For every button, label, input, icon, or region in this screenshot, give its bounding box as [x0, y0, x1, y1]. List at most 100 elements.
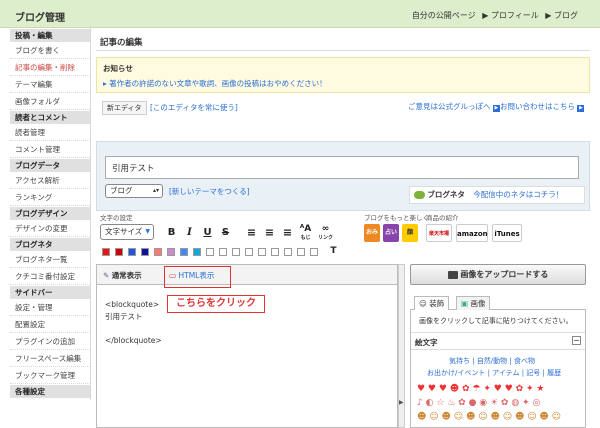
notice-link[interactable]: ▸ 著作者の許諾のない文章や歌詞、画像の投稿はおやめください！ — [103, 78, 327, 89]
emoji-title: 絵文字 — [415, 338, 438, 347]
notice-box: お知らせ ▸ 著作者の許諾のない文章や歌詞、画像の投稿はおやめください！ — [96, 57, 590, 93]
color-swatch[interactable] — [310, 248, 318, 256]
divider — [411, 349, 585, 350]
sidebar-item-settings[interactable]: 設定・管理 — [10, 299, 90, 316]
color-swatch[interactable] — [193, 248, 201, 256]
public-page-link[interactable]: 自分の公開ページ — [412, 11, 476, 20]
profile-link[interactable]: ▶ プロフィール — [482, 11, 539, 20]
sidebar-item-bookmark[interactable]: ブックマーク管理 — [10, 367, 90, 384]
color-swatch[interactable] — [115, 248, 123, 256]
title-input[interactable] — [105, 156, 579, 179]
sidebar-item-image-folder[interactable]: 画像フォルダ — [10, 93, 90, 110]
collapse-icon[interactable]: − — [572, 336, 581, 345]
color-swatch[interactable] — [245, 248, 253, 256]
tab-decoration[interactable]: ☺ 装飾 — [414, 296, 450, 311]
dropdown-icon: ▼ — [145, 228, 150, 235]
color-swatch[interactable] — [141, 248, 149, 256]
color-swatch[interactable] — [271, 248, 279, 256]
background-color-icon[interactable]: T — [326, 244, 341, 259]
sidebar-item-readers[interactable]: 読者管理 — [10, 124, 90, 141]
tab-image-label: 画像 — [470, 299, 486, 308]
image-hint: 画像をクリックして記事に貼りつけてください。 — [419, 317, 573, 325]
sidebar-item-design[interactable]: デザインの変更 — [10, 220, 90, 237]
upload-image-button[interactable]: 画像をアップロードする — [410, 264, 586, 285]
color-swatch[interactable] — [206, 248, 214, 256]
sidebar-section: 読者とコメント — [10, 110, 90, 124]
color-swatch[interactable] — [297, 248, 305, 256]
color-swatch[interactable] — [180, 248, 188, 256]
color-swatch[interactable] — [284, 248, 292, 256]
sidebar-item-neta-list[interactable]: ブログネタ一覧 — [10, 251, 90, 268]
emoji-categories-row1[interactable]: 気持ち | 自然/動物 | 食べ物 — [449, 356, 535, 366]
bold-button[interactable]: B — [164, 225, 179, 240]
neta-link[interactable]: 今配信中のネタはコチラ！ — [473, 190, 563, 199]
new-theme-link[interactable]: [新しいテーマをつくる] — [169, 186, 250, 197]
sidebar-item-theme[interactable]: テーマ編集 — [10, 76, 90, 93]
uranai-icon[interactable]: 占い — [383, 224, 399, 242]
link-button[interactable]: ∞ リンク — [318, 225, 334, 242]
smile-icon: ☺ — [419, 299, 427, 308]
theme-select-value: ブログ — [110, 186, 133, 195]
sidebar: 投稿・編集 ブログを書く 記事の編集・削除 テーマ編集 画像フォルダ 読者とコメ… — [10, 28, 91, 400]
sidebar-section: ブログデータ — [10, 158, 90, 172]
editor-panel: ✎ 通常表示 ▭ HTML表示 こちらをクリック <blockquote> 引用… — [96, 264, 398, 428]
page-title: 記事の編集 — [100, 38, 143, 48]
more-fun-label: ブログをもっと楽しく — [364, 214, 429, 222]
underline-button[interactable]: U — [200, 225, 215, 240]
click-here-callout: こちらをクリック — [167, 295, 265, 313]
itunes-icon[interactable]: iTunes — [492, 224, 522, 242]
sidebar-item-edit-delete[interactable]: 記事の編集・削除 — [10, 59, 90, 76]
color-swatch[interactable] — [258, 248, 266, 256]
sidebar-item-ranking[interactable]: ランキング — [10, 189, 90, 206]
omikuji-icon[interactable]: おみ — [364, 224, 380, 242]
sidebar-section: ブログデザイン — [10, 206, 90, 220]
emoji-face-icon[interactable]: ☻ ☺ ☻ ☺ ☻ ☺ ☻ ☺ ☻ ☺ ☻ ☺ — [417, 412, 561, 422]
color-swatch[interactable] — [102, 248, 110, 256]
editor-scrollbar[interactable]: ▶ — [398, 264, 405, 428]
products-label: 商品の紹介 — [426, 214, 459, 222]
title-area: ブログ ▴▾ [新しいテーマをつくる] ブログネタ 今配信中のネタはコチラ！ — [96, 141, 590, 211]
sidebar-item-write[interactable]: ブログを書く — [10, 42, 90, 59]
sidebar-section: 各種設定 — [10, 384, 90, 398]
feedback-link[interactable]: ご意見は公式グルっぽへ ▶ — [408, 101, 500, 112]
align-center-icon[interactable]: ≡ — [262, 225, 277, 240]
html-code-area[interactable]: <blockquote> 引用テスト </blockquote> — [105, 299, 162, 347]
amazon-icon[interactable]: amazon — [456, 224, 488, 242]
tab-decoration-label: 装飾 — [429, 299, 445, 308]
align-right-icon[interactable]: ≡ — [280, 225, 295, 240]
tab-normal[interactable]: ✎ 通常表示 — [103, 268, 142, 285]
always-use-editor-link[interactable]: [このエディタを常に使う] — [150, 102, 238, 113]
color-swatch[interactable] — [219, 248, 227, 256]
emoji-heart-icon[interactable]: ♥ ♥ ♥ ☻ ✿ ☂ ✦ ♥ ♥ ✿ ✦ ★ — [417, 384, 545, 394]
sidebar-item-plugin[interactable]: プラグインの追加 — [10, 333, 90, 350]
emoji-categories-row2[interactable]: お出かけ/イベント | アイテム | 記号 | 履歴 — [427, 368, 561, 378]
link-label: リンク — [318, 235, 334, 241]
sidebar-item-freespace[interactable]: フリースペース編集 — [10, 350, 90, 367]
blog-link[interactable]: ▶ ブログ — [545, 11, 578, 20]
theme-select[interactable]: ブログ ▴▾ — [105, 184, 163, 198]
feedback-link-text: ご意見は公式グルっぽへ — [408, 102, 491, 111]
sidebar-item-access[interactable]: アクセス解析 — [10, 172, 90, 189]
sidebar-item-comments[interactable]: コメント管理 — [10, 141, 90, 158]
align-left-icon[interactable]: ≡ — [244, 225, 259, 240]
rakuten-icon[interactable]: 楽天市場 — [426, 224, 452, 242]
italic-button[interactable]: I — [182, 225, 197, 240]
upload-label: 画像をアップロードする — [460, 270, 549, 279]
sidebar-item-layout[interactable]: 配置設定 — [10, 316, 90, 333]
code-line: 引用テスト — [105, 312, 143, 321]
strikethrough-button[interactable]: S — [218, 225, 233, 240]
app-title: ブログ管理 — [15, 13, 65, 24]
tab-image[interactable]: ▣ 画像 — [456, 296, 491, 311]
color-swatch[interactable] — [167, 248, 175, 256]
sidebar-item-kuchikomi[interactable]: クチコミ番付設定 — [10, 268, 90, 285]
kao-icon[interactable]: 顔 — [402, 224, 418, 242]
color-swatch[interactable] — [154, 248, 162, 256]
font-size-select[interactable]: 文字サイズ ▼ — [100, 224, 154, 240]
contact-link-text: お問い合わせはこちら — [500, 102, 575, 111]
neta-box: ブログネタ 今配信中のネタはコチラ！ — [409, 186, 585, 204]
color-swatch[interactable] — [232, 248, 240, 256]
color-swatch[interactable] — [128, 248, 136, 256]
ruby-button[interactable]: ᴬA もじ — [298, 225, 313, 242]
contact-link[interactable]: お問い合わせはこちら ▶ — [500, 101, 585, 112]
top-nav: 自分の公開ページ ▶ プロフィール ▶ ブログ — [408, 10, 578, 21]
